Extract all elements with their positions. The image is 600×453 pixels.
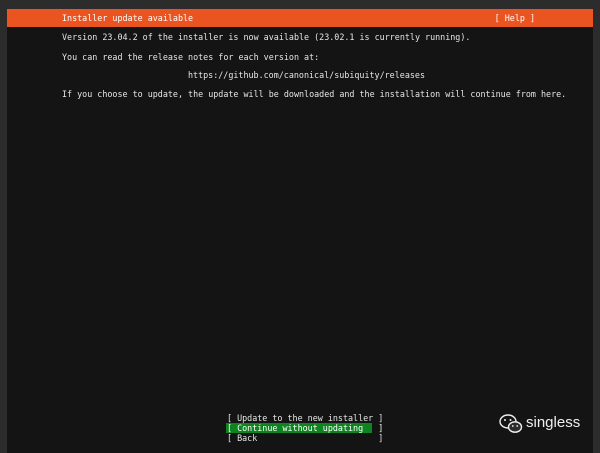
back-button[interactable]: [ Back ] [226, 433, 383, 443]
release-notes-message: You can read the release notes for each … [62, 52, 320, 62]
watermark-text: singless [526, 414, 581, 431]
wechat-icon [499, 414, 523, 433]
action-menu: [ Update to the new installer ] [ Contin… [226, 413, 383, 443]
release-notes-url: https://github.com/canonical/subiquity/r… [188, 70, 425, 80]
watermark: singless [493, 405, 593, 445]
help-button[interactable]: [ Help ] [495, 13, 535, 24]
update-installer-button[interactable]: [ Update to the new installer ] [226, 413, 383, 423]
version-message: Version 23.04.2 of the installer is now … [62, 32, 471, 42]
title-bar: Installer update available [ Help ] [7, 9, 593, 27]
installer-screen: Installer update available [ Help ] Vers… [7, 9, 593, 453]
page-title: Installer update available [62, 13, 194, 23]
update-explanation: If you choose to update, the update will… [62, 89, 567, 99]
continue-without-updating-button[interactable]: [ Continue without updating ] [226, 423, 383, 433]
